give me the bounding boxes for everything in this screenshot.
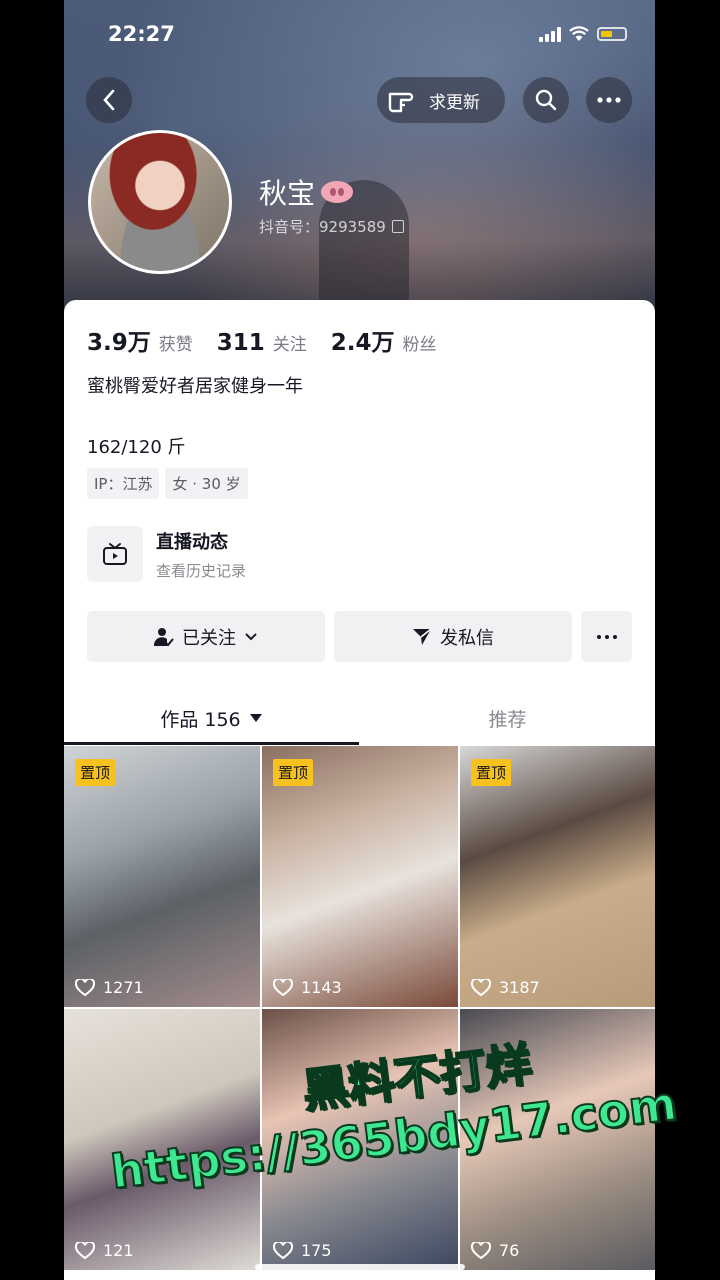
battery-icon [597,27,627,41]
copy-icon[interactable] [391,220,404,233]
video-likes-count: 1143 [301,978,342,997]
stat-followers-value: 2.4万 [330,330,395,356]
heart-icon [273,978,293,996]
live-title: 直播动态 [156,531,228,553]
profile-stats: 3.9万 获赞 311 关注 2.4万 粉丝 [87,323,437,357]
more-icon [596,634,617,639]
video-likes-count: 3187 [499,978,540,997]
ip-tag: IP：江苏 [87,468,160,499]
tab-works[interactable]: 作品 156 [64,690,359,746]
video-thumbnail[interactable]: 121 [64,1009,260,1270]
search-button[interactable] [523,77,569,123]
heart-icon [273,1241,293,1259]
tab-works-label: 作品 156 [160,708,241,731]
followed-button[interactable]: 已关注 [87,611,325,662]
video-thumbnail[interactable]: 置顶 1271 [64,746,260,1007]
douyin-id[interactable]: 抖音号：9293589 [259,216,404,237]
heart-icon [471,1241,491,1259]
phone-screen: 22:27 求更新 秋宝 抖音号：9293589 3.9万 获赞 311 关注 2.… [64,0,655,1280]
profile-name-text: 秋宝 [259,177,316,210]
message-button[interactable]: 发私信 [334,611,572,662]
live-subtitle: 查看历史记录 [156,561,247,580]
live-history-entry[interactable]: 直播动态 查看历史记录 [87,526,246,582]
video-likes: 1143 [273,978,342,997]
chevron-down-icon [245,632,257,640]
video-thumbnail[interactable]: 置顶 1143 [262,746,458,1007]
profile-bio: 蜜桃臀爱好者居家健身一年 [87,376,303,397]
video-likes: 175 [273,1241,332,1260]
search-icon [535,89,557,111]
video-likes: 121 [75,1241,134,1260]
more-button[interactable] [586,77,632,123]
more-actions-button[interactable] [581,611,632,662]
video-likes-count: 175 [301,1241,332,1260]
stat-followers-label: 粉丝 [402,335,437,355]
profile-tags: IP：江苏 女 · 30 岁 [87,468,248,499]
status-icons [539,26,627,42]
user-check-icon [154,627,174,646]
video-likes: 1271 [75,978,144,997]
wifi-icon [569,26,589,41]
video-likes: 76 [471,1241,519,1260]
more-icon [597,97,621,103]
chevron-left-icon [103,89,115,111]
stat-following[interactable]: 311 关注 [217,330,307,356]
video-thumbnail[interactable]: 76 [460,1009,655,1270]
douyin-id-text: 抖音号：9293589 [259,218,386,236]
message-label: 发私信 [440,627,494,649]
tab-recommend[interactable]: 推荐 [360,690,655,746]
tab-indicator [64,742,359,745]
profile-card: 3.9万 获赞 311 关注 2.4万 粉丝 蜜桃臀爱好者居家健身一年 162/120… [64,300,655,1280]
stat-followers[interactable]: 2.4万 粉丝 [331,323,437,357]
send-icon [413,627,432,645]
video-likes: 3187 [471,978,540,997]
request-update-label: 求更新 [429,92,480,113]
stat-likes-label: 获赞 [158,335,193,355]
status-time: 22:27 [108,22,175,46]
heart-icon [75,1241,95,1259]
stat-likes-value: 3.9万 [87,330,151,356]
profile-name: 秋宝 [259,172,354,212]
pinned-badge: 置顶 [471,759,512,786]
video-thumbnail[interactable]: 置顶 3187 [460,746,655,1007]
status-bar: 22:27 [64,20,655,50]
video-likes-count: 76 [499,1241,520,1260]
video-likes-count: 1271 [103,978,144,997]
tab-recommend-label: 推荐 [488,708,527,731]
pointing-hand-icon [388,92,414,113]
avatar[interactable] [88,130,232,274]
home-indicator[interactable] [255,1264,465,1270]
video-grid: 置顶 1271 置顶 1143 置顶 3187 121 175 76 [64,746,655,1270]
followed-label: 已关注 [182,627,236,649]
signal-icon [539,26,561,42]
pig-nose-icon [321,181,354,203]
heart-icon [75,978,95,996]
request-update-button[interactable]: 求更新 [377,77,505,123]
profile-weight: 162/120 斤 [87,437,186,458]
pinned-badge: 置顶 [273,759,314,786]
stat-following-value: 311 [216,330,265,356]
heart-icon [471,978,491,996]
back-button[interactable] [86,77,132,123]
caret-down-icon [249,714,262,722]
stat-following-label: 关注 [272,335,307,355]
tv-icon [87,526,143,582]
video-likes-count: 121 [103,1241,134,1260]
stat-likes[interactable]: 3.9万 获赞 [87,323,193,357]
video-thumbnail[interactable]: 175 [262,1009,458,1270]
gender-age-tag: 女 · 30 岁 [165,468,248,499]
pinned-badge: 置顶 [75,759,116,786]
content-tabs: 作品 156 推荐 [64,690,655,746]
profile-actions: 已关注 发私信 [87,611,632,662]
